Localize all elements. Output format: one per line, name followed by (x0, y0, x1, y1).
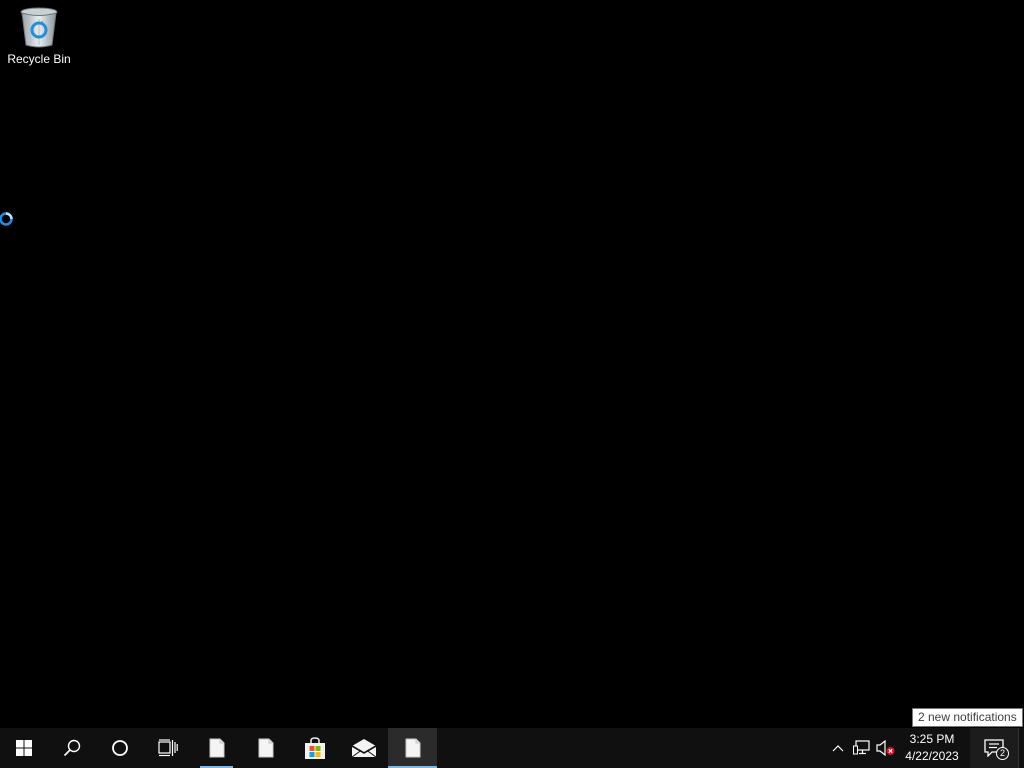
desktop-icon-label: Recycle Bin (7, 52, 71, 66)
task-view-icon (158, 739, 178, 757)
chevron-up-icon (832, 745, 844, 752)
system-tray: 3:25 PM 4/22/2023 2 (826, 728, 1024, 768)
show-desktop-button[interactable] (1018, 728, 1024, 768)
clock-date: 4/22/2023 (905, 749, 959, 763)
volume-button[interactable] (874, 728, 898, 768)
circle-icon (112, 740, 128, 756)
desktop-icon-recycle-bin[interactable]: Recycle Bin (4, 6, 74, 76)
network-button[interactable] (850, 728, 874, 768)
search-icon (63, 739, 81, 757)
volume-muted-icon (876, 740, 895, 756)
taskbar-app-store[interactable] (290, 728, 339, 768)
taskbar-app-mail[interactable] (339, 728, 388, 768)
mail-icon (351, 739, 376, 758)
cortana-button[interactable] (96, 728, 144, 768)
notification-count-badge: 2 (996, 747, 1009, 760)
start-button[interactable] (0, 728, 48, 768)
recycle-bin-icon (20, 7, 58, 48)
notifications-tooltip: 2 new notifications (912, 708, 1023, 727)
search-button[interactable] (48, 728, 96, 768)
taskbar-app-document-2[interactable] (241, 728, 290, 768)
taskbar-app-document-3[interactable] (388, 728, 437, 768)
show-hidden-icons-button[interactable] (826, 728, 850, 768)
document-icon (258, 738, 273, 758)
task-view-button[interactable] (144, 728, 192, 768)
store-icon (304, 737, 325, 759)
busy-cursor-icon (0, 212, 13, 226)
taskbar: 3:25 PM 4/22/2023 2 (0, 728, 1024, 768)
taskbar-clock[interactable]: 3:25 PM 4/22/2023 (900, 728, 964, 768)
desktop[interactable]: Recycle Bin (0, 0, 1024, 728)
network-icon (853, 740, 870, 755)
windows-logo-icon (16, 740, 32, 756)
clock-time: 3:25 PM (909, 732, 955, 746)
action-center-button[interactable]: 2 (970, 728, 1018, 768)
document-icon (405, 738, 420, 758)
taskbar-app-document-1[interactable] (192, 728, 241, 768)
document-icon (209, 738, 224, 758)
